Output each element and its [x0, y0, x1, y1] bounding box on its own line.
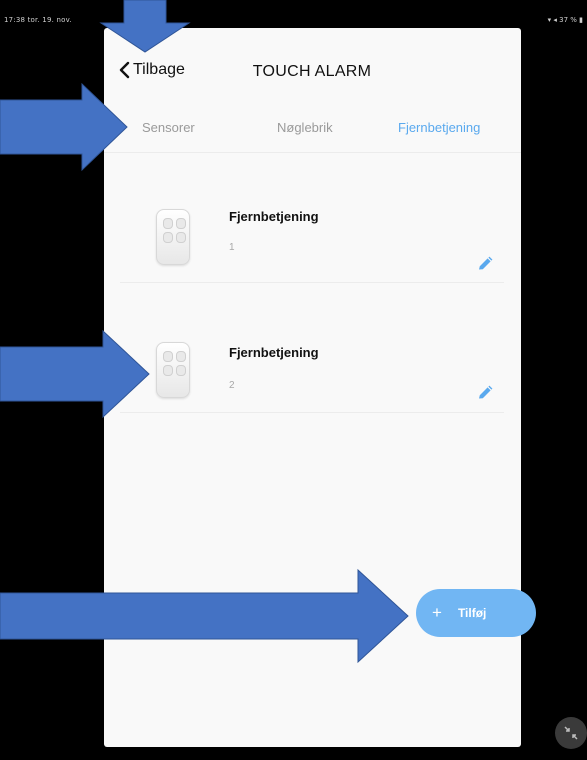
pencil-icon[interactable] — [476, 255, 494, 273]
status-bar: 17:38 tor. 19. nov. ▾ ◂ 37 % ▮ — [0, 0, 587, 26]
modal-sheet: Tilbage TOUCH ALARM Sensorer Nøglebrik F… — [104, 28, 521, 747]
plus-icon: + — [432, 603, 442, 622]
collapse-icon[interactable] — [555, 717, 587, 749]
add-button[interactable]: + Tilføj — [416, 589, 536, 637]
screen: 17:38 tor. 19. nov. ▾ ◂ 37 % ▮ Tilbage T… — [0, 0, 587, 760]
device-number: 1 — [229, 242, 235, 253]
back-button[interactable]: Tilbage — [118, 61, 185, 79]
tab-bar: Sensorer Nøglebrik Fjernbetjening — [104, 116, 521, 153]
status-time-date: 17:38 tor. 19. nov. — [4, 16, 72, 24]
divider — [120, 282, 504, 283]
back-button-label: Tilbage — [133, 61, 185, 78]
list-item[interactable]: Fjernbetjening 1 — [120, 153, 504, 283]
status-indicators: ▾ ◂ 37 % ▮ — [547, 16, 583, 24]
page-title: TOUCH ALARM — [252, 63, 372, 80]
tab-fjernbetjening[interactable]: Fjernbetjening — [398, 120, 480, 135]
navigation-bar: Tilbage TOUCH ALARM — [104, 28, 521, 118]
pencil-icon[interactable] — [476, 384, 494, 402]
divider — [120, 412, 504, 413]
tab-sensorer[interactable]: Sensorer — [142, 120, 195, 135]
device-number: 2 — [229, 380, 235, 391]
remote-control-icon — [156, 342, 190, 398]
list-item[interactable]: Fjernbetjening 2 — [120, 330, 504, 460]
device-name: Fjernbetjening — [229, 209, 319, 224]
chevron-left-icon — [119, 61, 130, 79]
add-button-label: Tilføj — [457, 606, 487, 620]
arrows-collapse-icon — [564, 726, 578, 740]
device-name: Fjernbetjening — [229, 345, 319, 360]
remote-control-icon — [156, 209, 190, 265]
tab-noeglebrik[interactable]: Nøglebrik — [277, 120, 333, 135]
